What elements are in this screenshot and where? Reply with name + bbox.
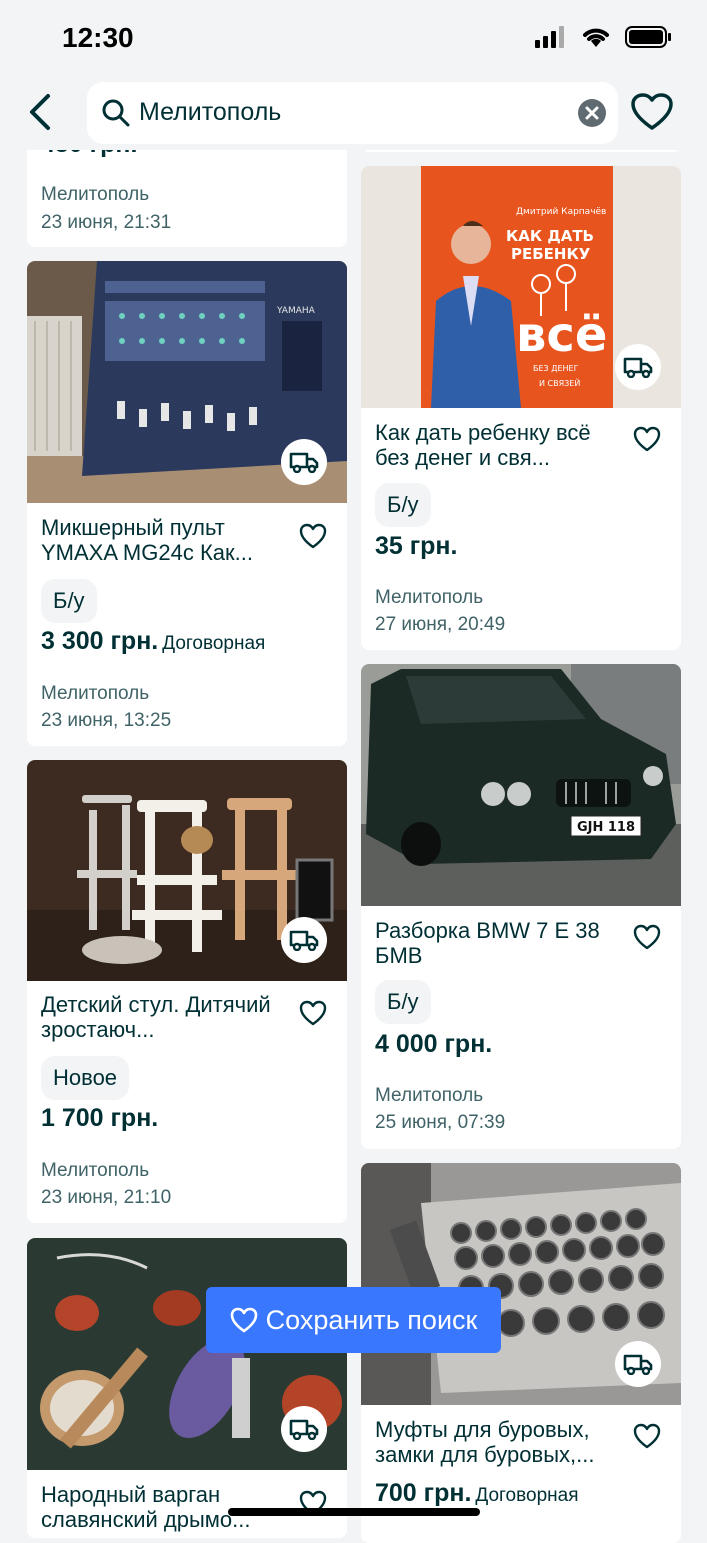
license-plate: GJH 118 <box>577 820 635 835</box>
book-big: всё <box>516 307 607 363</box>
clear-search-button[interactable] <box>578 99 606 127</box>
status-time: 12:30 <box>62 22 134 53</box>
listing-image <box>27 760 347 981</box>
search-input[interactable]: Мелитополь <box>87 82 618 144</box>
favorite-heart-icon[interactable] <box>633 924 661 950</box>
heart-icon <box>230 1307 257 1333</box>
listing-image: Дмитрий Карпачёв КАК ДАТЬ РЕБЕНКУ всё БЕ… <box>361 166 681 408</box>
negotiable-label: Договорная <box>162 633 266 654</box>
delivery-truck-icon <box>281 439 327 485</box>
favorite-heart-icon[interactable] <box>299 523 327 549</box>
listing-date: 27 июня, 20:49 <box>375 614 506 635</box>
book-author: Дмитрий Карпачёв <box>516 207 606 217</box>
battery-icon <box>625 26 671 48</box>
search-query: Мелитополь <box>139 98 282 126</box>
delivery-truck-icon <box>615 1341 661 1387</box>
listing-card[interactable]: Детский стул. Дитячий зростаюч... Новое … <box>27 760 347 1223</box>
listing-date: 23 июня, 21:10 <box>41 1187 172 1208</box>
listing-location: Мелитополь <box>375 1085 484 1106</box>
book-line2: РЕБЕНКУ <box>511 245 591 263</box>
favorite-heart-icon[interactable] <box>633 1423 661 1449</box>
listing-location: Мелитополь <box>375 587 484 608</box>
listing-card[interactable]: Народный варган славянский дрымо... <box>27 1238 347 1538</box>
back-arrow-icon[interactable] <box>24 90 60 134</box>
listing-price-value: 3 300 грн. <box>41 627 159 655</box>
book-line3: БЕЗ ДЕНЕГ <box>533 364 579 373</box>
listing-date: 25 июня, 07:39 <box>375 1112 506 1133</box>
listing-location: Мелитополь <box>41 1160 150 1181</box>
save-search-button[interactable]: Сохранить поиск <box>206 1287 501 1353</box>
listing-image: YAMAHA <box>27 261 347 503</box>
listing-card[interactable]: Дмитрий Карпачёв КАК ДАТЬ РЕБЕНКУ всё БЕ… <box>361 166 681 650</box>
listing-date: 23 июня, 13:25 <box>41 710 172 731</box>
listing-price: 1 700 грн. <box>41 1104 159 1132</box>
listing-image <box>361 1163 681 1405</box>
favorite-search-heart-icon[interactable] <box>630 92 674 132</box>
listing-card[interactable]: Муфты для буровых, замки для буровых,...… <box>361 1163 681 1543</box>
listing-price: 4 000 грн. <box>375 1030 493 1058</box>
save-search-label: Сохранить поиск <box>265 1304 478 1335</box>
signal-icon <box>535 26 564 48</box>
listing-location: Мелитополь <box>41 683 150 704</box>
listing-image: GJH 118 <box>361 664 681 906</box>
status-bar: 12:30 <box>0 0 707 78</box>
home-indicator[interactable] <box>228 1508 480 1516</box>
condition-badge: Б/у <box>41 579 97 623</box>
listing-date: 23 июня, 21:31 <box>41 212 172 233</box>
listing-title: Детский стул. Дитячий зростаюч... <box>41 992 271 1042</box>
listing-card[interactable]: YAMAHA Микшерный пульт YMAXA MG24c Как..… <box>27 261 347 746</box>
book-line1: КАК ДАТЬ <box>506 227 594 245</box>
wifi-icon <box>583 28 609 47</box>
listing-price: 700 грн. Договорная <box>375 1479 578 1508</box>
search-header: Мелитополь <box>0 78 707 150</box>
favorite-heart-icon[interactable] <box>299 1000 327 1026</box>
delivery-truck-icon <box>281 917 327 963</box>
condition-badge: Б/у <box>375 483 431 527</box>
listing-price: 35 грн. <box>375 532 458 560</box>
listing-title: Муфты для буровых, замки для буровых,... <box>375 1417 595 1467</box>
book-line4: И СВЯЗЕЙ <box>539 377 580 388</box>
listing-price-value: 700 грн. <box>375 1479 472 1507</box>
listing-title: Народный варган славянский дрымо... <box>41 1482 251 1532</box>
condition-badge: Б/у <box>375 980 431 1024</box>
listing-card[interactable]: GJH 118 Разборка BMW 7 E 38 БМВ Б/у 4 00… <box>361 664 681 1149</box>
listing-price: 3 300 грн. Договорная <box>41 627 265 656</box>
status-icons <box>535 26 671 48</box>
svg-text:YAMAHA: YAMAHA <box>276 306 316 316</box>
listing-title: Как дать ребенку всё без денег и свя... <box>375 420 591 470</box>
favorite-heart-icon[interactable] <box>633 426 661 452</box>
listing-image <box>27 1238 347 1470</box>
delivery-truck-icon <box>615 344 661 390</box>
listing-title: Разборка BMW 7 E 38 БМВ <box>375 918 600 968</box>
condition-badge: Новое <box>41 1056 130 1100</box>
listing-title: Микшерный пульт YMAXA MG24c Как... <box>41 515 253 565</box>
listing-location: Мелитополь <box>41 184 150 205</box>
delivery-truck-icon <box>281 1406 327 1452</box>
close-icon <box>585 106 599 120</box>
search-icon <box>102 99 130 127</box>
negotiable-label: Договорная <box>475 1485 579 1506</box>
